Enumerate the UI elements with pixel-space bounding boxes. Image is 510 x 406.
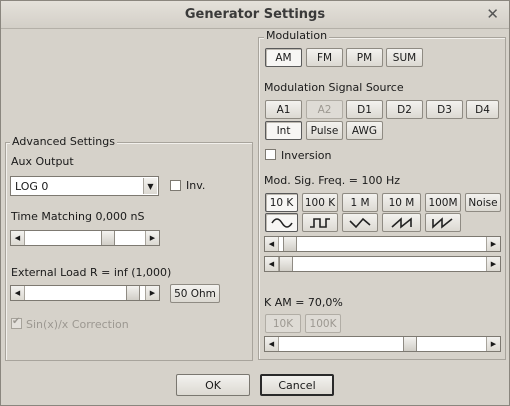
generator-settings-dialog: Generator Settings ✕ Advanced Settings A… (0, 0, 510, 406)
left-arrow-icon[interactable]: ◀ (11, 231, 25, 245)
mod-type-sum[interactable]: SUM (386, 48, 423, 67)
left-arrow-icon[interactable]: ◀ (11, 286, 25, 300)
checkmark-icon: ✔ (12, 316, 21, 327)
sine-icon (270, 217, 293, 228)
k-am-slider[interactable]: ◀ ▶ (264, 336, 501, 352)
slider-thumb[interactable] (403, 337, 417, 351)
freq-1m[interactable]: 1 M (342, 193, 378, 212)
sinx-correction-label: Sin(x)/x Correction (26, 318, 129, 331)
waveform-sine-button[interactable] (265, 213, 298, 232)
chevron-down-icon[interactable]: ▼ (143, 178, 157, 194)
aux-output-select[interactable]: LOG 0 ▼ (10, 176, 159, 196)
k-10k-button[interactable]: 10K (265, 314, 301, 333)
freq-10m[interactable]: 10 M (382, 193, 421, 212)
time-matching-slider[interactable]: ◀ ▶ (10, 230, 160, 246)
source-awg[interactable]: AWG (346, 121, 383, 140)
inv-label: Inv. (186, 179, 206, 192)
freq-10k[interactable]: 10 K (265, 193, 298, 212)
inversion-checkbox[interactable] (265, 149, 276, 160)
ok-button[interactable]: OK (176, 374, 250, 396)
source-int[interactable]: Int (265, 121, 302, 140)
external-load-label: External Load R = inf (1,000) (11, 266, 172, 279)
source-d1[interactable]: D1 (346, 100, 383, 119)
right-arrow-icon[interactable]: ▶ (486, 337, 500, 351)
source-d2[interactable]: D2 (386, 100, 423, 119)
inv-checkbox[interactable] (170, 180, 181, 191)
time-matching-label: Time Matching 0,000 nS (11, 210, 145, 223)
waveform-reverse-sawtooth-button[interactable] (425, 213, 461, 232)
mod-freq-slider[interactable]: ◀ ▶ (264, 236, 501, 252)
reverse-sawtooth-icon (432, 216, 453, 229)
mod-type-fm[interactable]: FM (306, 48, 343, 67)
advanced-settings-label: Advanced Settings (10, 135, 117, 148)
aux-output-value: LOG 0 (15, 180, 49, 193)
close-icon[interactable]: ✕ (486, 5, 499, 23)
source-a2[interactable]: A2 (306, 100, 343, 119)
cancel-button[interactable]: Cancel (260, 374, 334, 396)
left-arrow-icon[interactable]: ◀ (265, 237, 279, 251)
mod-type-am[interactable]: AM (265, 48, 302, 67)
k-am-label: K AM = 70,0% (264, 296, 343, 309)
title-bar: Generator Settings ✕ (1, 1, 509, 29)
source-pulse[interactable]: Pulse (306, 121, 343, 140)
sawtooth-icon (390, 216, 412, 229)
dialog-title: Generator Settings (184, 7, 326, 22)
right-arrow-icon[interactable]: ▶ (145, 286, 159, 300)
freq-100k[interactable]: 100 K (302, 193, 338, 212)
square-icon (310, 217, 330, 228)
source-d4[interactable]: D4 (466, 100, 499, 119)
freq-noise[interactable]: Noise (465, 193, 501, 212)
source-a1[interactable]: A1 (265, 100, 302, 119)
mod-freq-label: Mod. Sig. Freq. = 100 Hz (264, 174, 401, 187)
aux-output-label: Aux Output (11, 155, 74, 168)
right-arrow-icon[interactable]: ▶ (145, 231, 159, 245)
right-arrow-icon[interactable]: ▶ (486, 257, 500, 271)
mod-freq-fine-slider[interactable]: ◀ ▶ (264, 256, 501, 272)
k-100k-button[interactable]: 100K (305, 314, 341, 333)
triangle-icon (349, 217, 371, 228)
inversion-label: Inversion (281, 149, 332, 162)
source-d3[interactable]: D3 (426, 100, 463, 119)
slider-thumb[interactable] (283, 237, 297, 251)
slider-thumb[interactable] (101, 231, 115, 245)
waveform-sawtooth-button[interactable] (382, 213, 421, 232)
left-arrow-icon[interactable]: ◀ (265, 337, 279, 351)
modulation-label: Modulation (264, 29, 330, 42)
sinx-correction-checkbox[interactable]: ✔ (11, 316, 22, 329)
slider-thumb[interactable] (279, 257, 293, 271)
freq-100m[interactable]: 100M (425, 193, 461, 212)
waveform-triangle-button[interactable] (342, 213, 378, 232)
50-ohm-button[interactable]: 50 Ohm (170, 284, 220, 303)
external-load-slider[interactable]: ◀ ▶ (10, 285, 160, 301)
slider-thumb[interactable] (126, 286, 140, 300)
mod-type-pm[interactable]: PM (346, 48, 383, 67)
left-arrow-icon[interactable]: ◀ (265, 257, 279, 271)
right-arrow-icon[interactable]: ▶ (486, 237, 500, 251)
waveform-square-button[interactable] (302, 213, 338, 232)
mod-source-label: Modulation Signal Source (264, 81, 404, 94)
